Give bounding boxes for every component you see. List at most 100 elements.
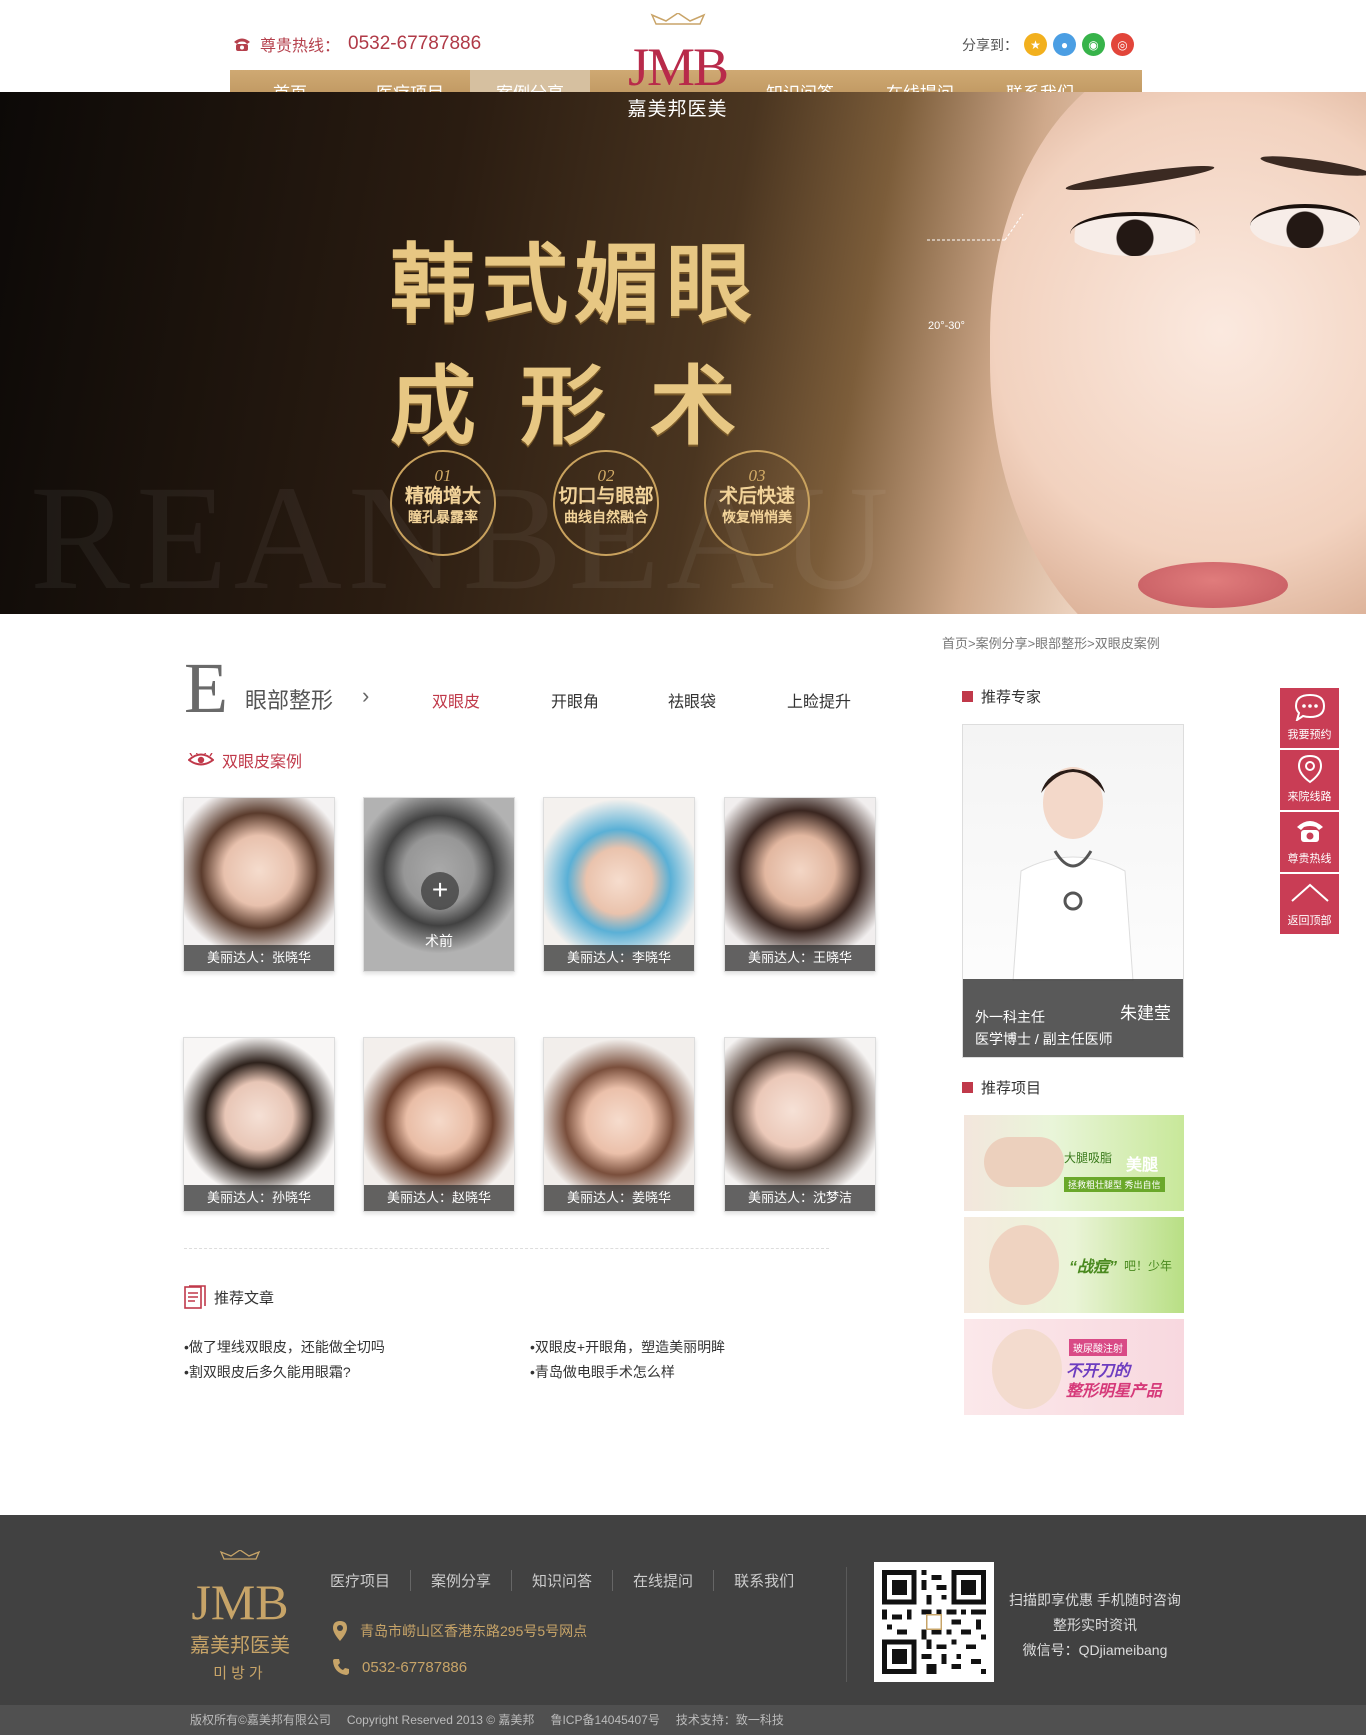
project-banner-hyaluronic[interactable]: 玻尿酸注射 不开刀的 整形明星产品	[964, 1319, 1184, 1415]
expert-desc: 医学博士 / 副主任医师	[975, 1031, 1113, 1047]
eye-icon	[188, 753, 214, 766]
case-caption: 术前	[425, 933, 453, 949]
float-route[interactable]: 来院线路	[1280, 750, 1339, 810]
footer-nav-contact[interactable]: 联系我们	[714, 1570, 814, 1591]
case-caption: 美丽达人：张晓华	[184, 945, 334, 971]
tab-eye-bag[interactable]: 祛眼袋	[668, 688, 716, 712]
plus-icon[interactable]: +	[421, 872, 459, 910]
arrow-up-icon	[1280, 874, 1339, 912]
article-link[interactable]: •双眼皮+开眼角，塑造美丽明眸	[530, 1337, 725, 1357]
article-link[interactable]: •做了埋线双眼皮，还能做全切吗	[184, 1337, 385, 1357]
angle-line-icon	[927, 213, 1024, 241]
floating-service-bar: 我要预约 来院线路 尊贵热线 返回顶部	[1280, 688, 1339, 936]
expert-caption: 外一科主任 朱建莹 医学博士 / 副主任医师	[963, 979, 1183, 1057]
location-pin-icon	[1280, 750, 1339, 788]
weibo-icon[interactable]: ◎	[1111, 33, 1134, 56]
article-link[interactable]: •青岛做电眼手术怎么样	[530, 1362, 675, 1382]
case-caption: 美丽达人：王晓华	[725, 945, 875, 971]
qq-icon[interactable]: ●	[1053, 33, 1076, 56]
float-back-to-top[interactable]: 返回顶部	[1280, 874, 1339, 934]
footer-divider	[846, 1567, 847, 1682]
tab-double-eyelid[interactable]: 双眼皮	[432, 688, 480, 712]
case-card[interactable]: 美丽达人：孙晓华	[183, 1037, 335, 1212]
tech-support-text[interactable]: 技术支持：致一科技	[676, 1705, 784, 1735]
chat-bubble-icon	[1280, 688, 1339, 726]
footer-nav-ask[interactable]: 在线提问	[613, 1570, 715, 1591]
case-card[interactable]: 美丽达人：张晓华	[183, 797, 335, 972]
share-label: 分享到：	[962, 36, 1018, 53]
case-card[interactable]: 美丽达人：赵晓华	[363, 1037, 515, 1212]
footer-logo-name: 嘉美邦医美	[190, 1635, 290, 1657]
copyright-text: 版权所有©嘉美邦有限公司	[190, 1713, 331, 1727]
case-caption: 美丽达人：赵晓华	[364, 1185, 514, 1211]
crown-icon	[219, 1549, 261, 1560]
tab-canthoplasty[interactable]: 开眼角	[551, 688, 599, 712]
wechat-icon[interactable]: ◉	[1082, 33, 1105, 56]
telephone-icon	[1280, 812, 1339, 850]
case-caption: 美丽达人：李晓华	[544, 945, 694, 971]
location-pin-icon	[333, 1621, 347, 1641]
expert-card[interactable]: 外一科主任 朱建莹 医学博士 / 副主任医师	[962, 724, 1184, 1058]
eye-shape	[1250, 204, 1360, 248]
subsection-title: 双眼皮案例	[222, 754, 303, 771]
hotline-number: 0532-67787886	[348, 33, 482, 54]
copyright-bar: 版权所有©嘉美邦有限公司 Copyright Reserved 2013 © 嘉…	[0, 1705, 1366, 1735]
float-appointment[interactable]: 我要预约	[1280, 688, 1339, 748]
banner-title-line1: 韩式媚眼	[390, 237, 758, 333]
case-card[interactable]: 美丽达人：姜晓华	[543, 1037, 695, 1212]
articles-title: 推荐文章	[214, 1289, 275, 1307]
site-logo[interactable]: JMB 嘉美邦医美	[610, 12, 745, 120]
case-card[interactable]: 美丽达人：王晓华	[724, 797, 876, 972]
icp-text[interactable]: 鲁ICP备14045407号	[550, 1705, 659, 1735]
document-icon	[184, 1285, 206, 1309]
float-hotline[interactable]: 尊贵热线	[1280, 812, 1339, 872]
feature-badge: 02 切口与眼部 曲线自然融合	[553, 450, 659, 556]
hotline[interactable]: 尊贵热线： 0532-67787886	[232, 32, 481, 56]
footer-logo-mark: JMB	[191, 1574, 289, 1630]
case-card[interactable]: 美丽达人：李晓华	[543, 797, 695, 972]
expert-role: 外一科主任	[975, 1009, 1045, 1025]
square-bullet-icon	[962, 1082, 973, 1093]
projects-heading: 推荐项目	[962, 1077, 1041, 1098]
footer-nav-cases[interactable]: 案例分享	[411, 1570, 513, 1591]
wechat-qr-code	[874, 1562, 994, 1682]
logo-mark: JMB	[627, 37, 729, 97]
doctor-photo	[1012, 767, 1134, 981]
footer-nav-qa[interactable]: 知识问答	[512, 1570, 614, 1591]
footer-nav-medical[interactable]: 医疗项目	[330, 1570, 412, 1591]
chevron-right-icon: ›	[362, 683, 370, 708]
footer-phone[interactable]: 0532-67787886	[332, 1658, 467, 1676]
lips-shape	[1138, 562, 1288, 608]
qr-code-icon	[882, 1570, 986, 1674]
case-card[interactable]: 美丽达人：沈梦洁	[724, 1037, 876, 1212]
hotline-label: 尊贵热线：	[260, 38, 341, 55]
project-banner-liposuction[interactable]: 大腿吸脂 美腿 拯救粗壮腿型 秀出自信	[964, 1115, 1184, 1211]
tab-upper-lid-lift[interactable]: 上睑提升	[787, 688, 851, 712]
case-caption: 美丽达人：孙晓华	[184, 1185, 334, 1211]
case-card[interactable]: + 术前	[363, 797, 515, 972]
breadcrumb[interactable]: 首页>案例分享>眼部整形>双眼皮案例	[942, 633, 1160, 652]
article-link[interactable]: •割双眼皮后多久能用眼霜?	[184, 1362, 351, 1382]
logo-name: 嘉美邦医美	[627, 99, 728, 120]
divider	[184, 1248, 829, 1249]
section-title: 眼部整形	[245, 688, 334, 713]
footer-address: 青岛市崂山区香港东路295号5号网点	[332, 1620, 587, 1642]
footer-nav: 医疗项目 案例分享 知识问答 在线提问 联系我们	[330, 1570, 814, 1591]
hero-banner[interactable]: REANBEAU 20°-30° 韩式媚眼 成形术 01 精确增大 瞳孔暴露率 …	[0, 92, 1366, 614]
phone-icon	[232, 36, 252, 52]
phone-handset-icon	[333, 1659, 349, 1675]
site-footer: JMB 嘉美邦医美 미방가 医疗项目 案例分享 知识问答 在线提问 联系我们 青…	[0, 1515, 1366, 1735]
section-letter: E	[184, 648, 228, 728]
feature-badge: 03 术后快速 恢复悄悄美	[704, 450, 810, 556]
project-banner-acne[interactable]: “战痘” 吧！少年	[964, 1217, 1184, 1313]
expert-heading: 推荐专家	[962, 686, 1041, 707]
footer-logo-korean: 미방가	[213, 1665, 267, 1682]
expert-name: 朱建莹	[1120, 1004, 1171, 1023]
case-caption: 美丽达人：沈梦洁	[725, 1185, 875, 1211]
footer-logo[interactable]: JMB 嘉美邦医美 미방가	[180, 1547, 300, 1683]
crown-icon	[650, 12, 705, 25]
qzone-icon[interactable]: ★	[1024, 33, 1047, 56]
subsection-heading: 双眼皮案例	[188, 748, 302, 772]
qr-description: 扫描即享优惠 手机随时咨询 整形实时资讯 微信号：QDjiameibang	[1009, 1592, 1181, 1658]
feature-badge: 01 精确增大 瞳孔暴露率	[390, 450, 496, 556]
